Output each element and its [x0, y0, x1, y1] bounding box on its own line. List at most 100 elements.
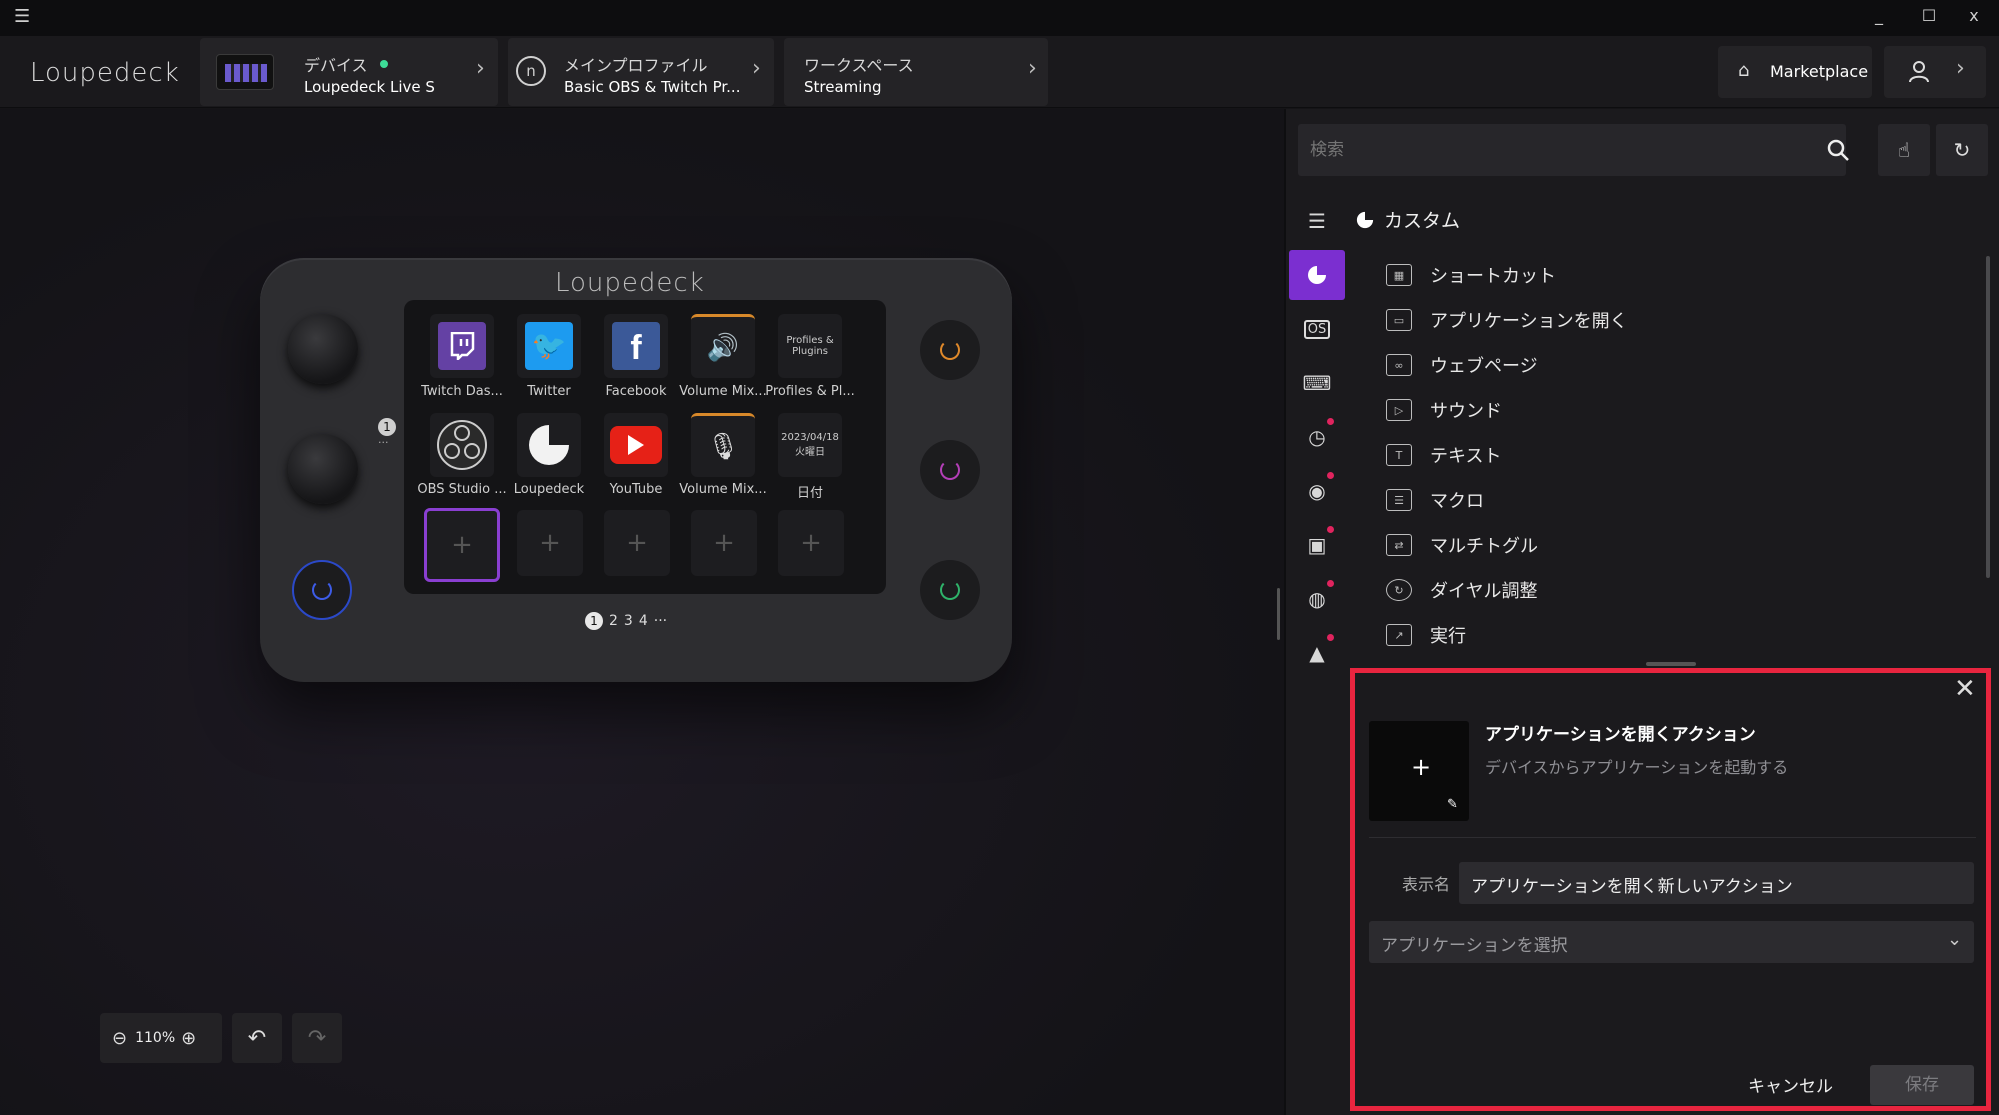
- empty-slot[interactable]: +: [517, 510, 583, 576]
- refresh-icon: ↻: [1953, 138, 1971, 162]
- action-item-open-app[interactable]: ▭ アプリケーションを開く: [1386, 300, 1628, 340]
- settings-sliders-icon[interactable]: ☰: [1289, 196, 1345, 246]
- notification-dot: [1327, 580, 1334, 587]
- action-item-multitoggle[interactable]: ⇄ マルチトグル: [1386, 525, 1538, 565]
- tile-twitter[interactable]: 🐦: [517, 314, 581, 378]
- action-item-run[interactable]: ↗ 実行: [1386, 615, 1466, 655]
- undo-button[interactable]: ↶: [232, 1013, 282, 1063]
- dialog-subtitle: デバイスからアプリケーションを起動する: [1485, 758, 1789, 777]
- zoom-control: ⊖ 110% ⊕: [100, 1013, 222, 1063]
- obs-plugin-icon[interactable]: ◉: [1289, 466, 1345, 516]
- profiles-plugins-icon: Profiles & Plugins: [786, 335, 834, 357]
- tile-label: 日付: [796, 486, 823, 501]
- search-icon[interactable]: [1826, 138, 1850, 162]
- page-3[interactable]: 3: [624, 613, 633, 629]
- empty-slot[interactable]: +: [604, 510, 670, 576]
- tile-label: Twitter: [527, 384, 571, 399]
- tile-volume-mixer-mic[interactable]: 🎙: [691, 413, 755, 477]
- action-item-dial-adjust[interactable]: ↻ ダイヤル調整: [1386, 570, 1537, 610]
- a-plugin-icon[interactable]: ▲: [1289, 628, 1345, 678]
- save-button[interactable]: 保存: [1870, 1065, 1974, 1105]
- notification-dot: [1327, 634, 1334, 641]
- panel-resize-handle[interactable]: [1277, 588, 1280, 640]
- action-icon-editor[interactable]: + ✎: [1369, 721, 1469, 821]
- maximize-button[interactable]: ☐: [1914, 6, 1944, 25]
- os-category-icon[interactable]: OS: [1289, 304, 1345, 354]
- action-item-sound[interactable]: ▷ サウンド: [1386, 390, 1502, 430]
- tile-profiles-plugins[interactable]: Profiles & Plugins: [778, 314, 842, 378]
- display-name-value: アプリケーションを開く新しいアクション: [1471, 877, 1793, 897]
- page-1[interactable]: 1: [585, 612, 603, 630]
- close-window-button[interactable]: x: [1959, 6, 1989, 25]
- clock-plugin-icon[interactable]: ◷: [1289, 412, 1345, 462]
- zoom-out-icon[interactable]: ⊖: [112, 1028, 127, 1049]
- tile-volume-mixer[interactable]: 🔊: [691, 314, 755, 378]
- notification-dot: [1327, 418, 1334, 425]
- empty-slot[interactable]: +: [778, 510, 844, 576]
- keyboard-icon[interactable]: ⌨: [1289, 358, 1345, 408]
- play-icon: ▷: [1386, 399, 1412, 421]
- tile-label: Profiles & Pl...: [765, 384, 855, 399]
- page-2[interactable]: 2: [609, 613, 618, 629]
- tile-label: Facebook: [605, 384, 667, 399]
- spotify-plugin-icon[interactable]: ◍: [1289, 574, 1345, 624]
- menu-icon[interactable]: ☰: [14, 6, 30, 27]
- store-icon: ⌂: [1738, 60, 1750, 81]
- title-bar: ☰ _ ☐ x: [0, 0, 1999, 36]
- chevron-down-icon: ⌄: [1947, 929, 1963, 950]
- touch-button[interactable]: ☝: [1878, 124, 1930, 176]
- action-item-text[interactable]: T テキスト: [1386, 435, 1501, 475]
- notification-dot: [1327, 526, 1334, 533]
- device-name: Loupedeck Live S: [304, 78, 435, 96]
- tile-twitch[interactable]: [430, 314, 494, 378]
- tile-obs[interactable]: [430, 413, 494, 477]
- minimize-button[interactable]: _: [1864, 6, 1894, 25]
- marketplace-button[interactable]: ⌂ Marketplace: [1718, 46, 1872, 98]
- more-pages[interactable]: ···: [654, 613, 667, 629]
- tile-label: YouTube: [609, 482, 663, 497]
- tile-youtube[interactable]: [604, 413, 668, 477]
- custom-category-icon[interactable]: [1289, 250, 1345, 300]
- round-button-right-3[interactable]: [920, 560, 980, 620]
- action-item-macro[interactable]: ☰ マクロ: [1386, 480, 1484, 520]
- scrollbar[interactable]: [1986, 256, 1990, 578]
- round-button-right-2[interactable]: [920, 440, 980, 500]
- chevron-right-icon: ›: [476, 56, 485, 81]
- redo-button[interactable]: ↷: [292, 1013, 342, 1063]
- cancel-button[interactable]: キャンセル: [1748, 1072, 1833, 1097]
- tile-loupedeck[interactable]: [517, 413, 581, 477]
- account-button[interactable]: ›: [1884, 46, 1986, 98]
- search-input[interactable]: [1298, 124, 1788, 176]
- round-button-right-1[interactable]: [920, 320, 980, 380]
- empty-slot-selected[interactable]: +: [424, 508, 500, 582]
- tile-facebook[interactable]: f: [604, 314, 668, 378]
- redo-icon: ↷: [307, 1025, 327, 1051]
- action-item-webpage[interactable]: ∞ ウェブページ: [1386, 345, 1538, 385]
- profile-icon: n: [516, 56, 546, 86]
- device-selector[interactable]: デバイス Loupedeck Live S ›: [200, 38, 498, 106]
- twitch-plugin-icon[interactable]: ▣: [1289, 520, 1345, 570]
- workspace-selector[interactable]: ワークスペース Streaming ›: [784, 38, 1048, 106]
- knob-left-2[interactable]: [288, 434, 358, 504]
- close-icon[interactable]: ✕: [1954, 674, 1976, 704]
- display-name-field[interactable]: アプリケーションを開く新しいアクション: [1459, 862, 1974, 904]
- profile-selector[interactable]: n メインプロファイル Basic OBS & Twitch Pr... ›: [508, 38, 774, 106]
- tile-date[interactable]: 2023/04/18 火曜日: [778, 413, 842, 477]
- action-item-shortcut[interactable]: ▦ ショートカット: [1386, 255, 1556, 295]
- round-button-left[interactable]: [292, 560, 352, 620]
- dialog-drag-handle[interactable]: [1646, 662, 1696, 666]
- profile-label: メインプロファイル: [564, 56, 708, 75]
- application-select[interactable]: アプリケーションを選択 ⌄: [1369, 921, 1974, 963]
- macro-icon: ☰: [1386, 489, 1412, 511]
- workspace-name: Streaming: [804, 78, 882, 96]
- edit-pencil-icon[interactable]: ✎: [1447, 797, 1458, 812]
- knob-left-1[interactable]: [288, 314, 358, 384]
- zoom-in-icon[interactable]: ⊕: [181, 1028, 196, 1049]
- run-icon: ↗: [1386, 624, 1412, 646]
- device-connected-indicator: [380, 60, 388, 68]
- refresh-button[interactable]: ↻: [1936, 124, 1988, 176]
- tile-label: OBS Studio ...: [417, 482, 507, 497]
- loupedeck-icon: [529, 425, 569, 465]
- page-4[interactable]: 4: [639, 613, 648, 629]
- empty-slot[interactable]: +: [691, 510, 757, 576]
